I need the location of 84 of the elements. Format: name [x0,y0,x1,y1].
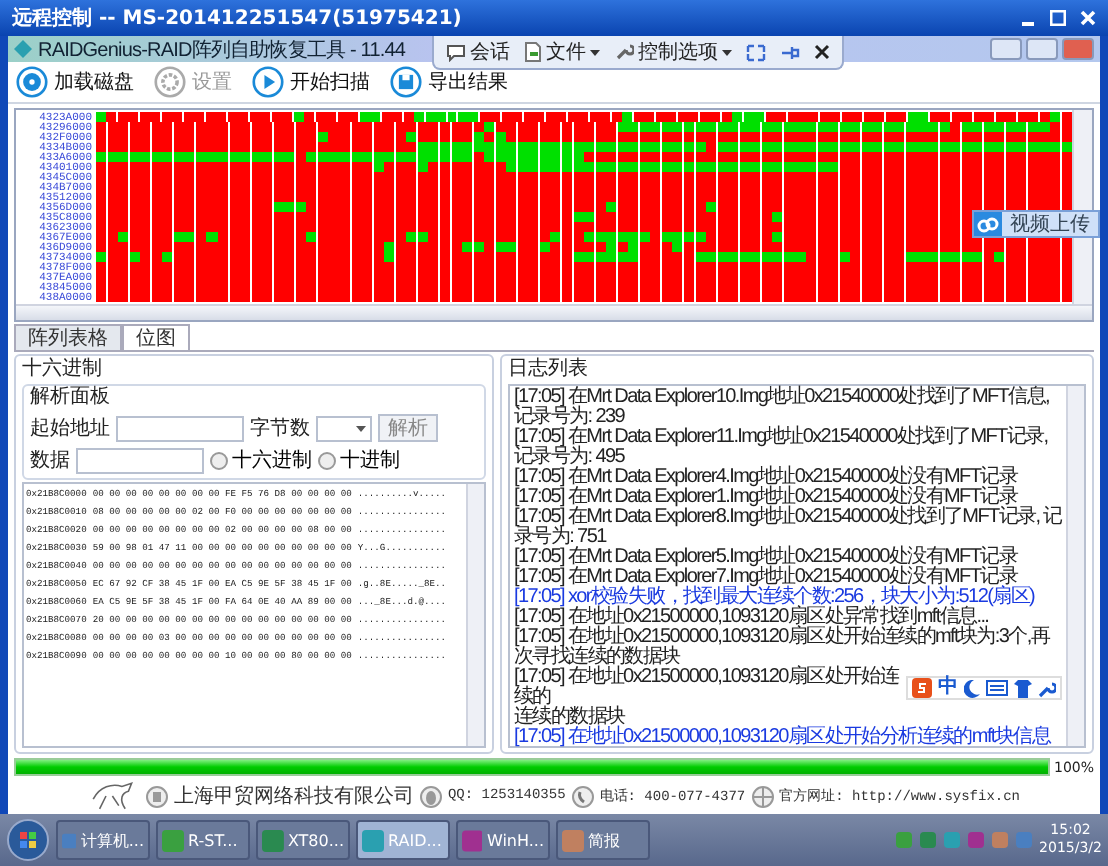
disk-icon [16,66,48,98]
penguin-icon [419,785,442,807]
maximize-button[interactable] [1026,38,1058,60]
radio-button[interactable] [318,451,336,469]
cloud-icon [974,212,1002,236]
log-entry: [17:05] 在Mrt Data Explorer5.Img地址0x21540000处没有MFT记录 [514,548,1020,568]
log-entry: [17:05] 在Mrt Data Explorer4.Img地址0x21540000处没有MFT记录 [514,468,1020,488]
toolbar-button[interactable]: 开始扫描 [252,66,370,98]
caret-icon [590,49,600,55]
taskbar-button[interactable]: R-ST... [156,820,250,860]
app-icon [62,829,77,851]
remote-menu-button[interactable]: 会话 [446,38,510,66]
vertical-scrollbar[interactable] [1066,386,1084,746]
tab[interactable]: 位图 [122,324,190,350]
taskbar-button[interactable]: WinH... [456,820,550,860]
chat-icon [446,43,466,61]
app-icon [562,829,584,851]
vertical-scrollbar[interactable] [466,484,484,746]
taskbar-button[interactable]: XT80... [256,820,350,860]
ime-logo-icon[interactable] [912,678,932,698]
parse-button[interactable]: 解析 [378,414,438,442]
company-name: 上海甲贸网络科技有限公司 [173,783,414,810]
radio-button[interactable] [210,451,228,469]
log-entry: [17:05] xor校验失败，找到最大连续个数:256，块大小为:512(扇区) [514,588,1037,608]
toolbar-button[interactable]: 加载磁盘 [16,66,134,98]
save-icon [390,66,422,98]
log-entry: 连续的数据块 [514,708,628,728]
app-icon [162,829,184,851]
log-entry: [17:05] 在Mrt Data Explorer11.Img地址0x21540000处找到了MFT记录, 记录号为: 495 [514,428,1050,468]
radio-label: 十六进制 [232,447,312,474]
window-title: 远程控制 -- MS-201412251547(51975421) [12,5,462,32]
taskbar-button[interactable]: 简报 [556,820,650,860]
building-icon [145,785,168,807]
play-icon [252,66,284,98]
taskbar-button[interactable]: 计算机... [56,820,150,860]
log-entry: [17:05] 在地址0x21500000,1093120扇区处开始连续的 [514,668,901,708]
minimize-button[interactable] [990,38,1022,60]
field-label: 字节数 [250,415,310,442]
shirt-icon[interactable] [1014,679,1032,697]
log-entry: [17:05] 在地址0x21500000,1093120扇区处异常找到mft信息... [514,608,989,628]
byte-count-dropdown[interactable] [316,415,372,441]
remote-menu-button[interactable]: 文件 [524,38,600,66]
field-label: 起始地址 [30,415,110,442]
maximize-icon[interactable] [1050,10,1066,26]
data-field[interactable] [76,447,204,473]
app-icon [262,829,284,851]
log-entry: [17:05] 在Mrt Data Explorer8.Img地址0x21540000处找到了MFT记录, 记录号为: 751 [514,508,1062,548]
log-entry: [17:05] 在Mrt Data Explorer10.Img地址0x21540000处找到了MFT信息, 记录号为: 239 [514,388,1051,428]
radio-label: 十进制 [340,447,400,474]
group-title: 十六进制 [22,358,104,382]
globe-icon [751,785,774,807]
ime-mode[interactable]: 中 [938,678,958,698]
log-entry: [17:05] 在地址0x21500000,1093120扇区处开始连续的mft块为:3个,再次寻找连续的数据块 [514,628,1053,668]
group-title: 解析面板 [30,386,112,410]
app-icon [462,829,483,851]
log-entry: [17:05] 在Mrt Data Explorer7.Img地址0x21540000处没有MFT记录 [514,568,1018,588]
remote-menu-button[interactable]: 控制选项 [614,38,732,66]
horizontal-scrollbar[interactable] [16,304,1092,320]
gear-icon [154,66,186,98]
upload-button[interactable]: 视频上传 [972,210,1100,238]
wrench-icon[interactable] [1038,679,1056,697]
caret-icon [356,425,366,431]
phone-icon [571,785,594,807]
moon-icon[interactable] [964,679,980,697]
tab[interactable]: 阵列表格 [14,324,122,350]
close-icon[interactable] [814,44,830,60]
fullscreen-icon[interactable] [746,43,766,61]
group-title: 日志列表 [508,358,590,382]
vertical-scrollbar[interactable] [1072,110,1092,304]
app-title: RAIDGenius-RAID阵列自助恢复工具 - 11.44 [38,37,406,63]
app-icon [362,829,384,851]
diamond-icon [14,40,32,58]
pin-icon[interactable] [780,43,800,61]
close-button[interactable] [1062,38,1094,60]
field-label: 数据 [30,448,70,474]
document-icon [524,42,542,62]
log-entry: [17:05] 在Mrt Data Explorer1.Img地址0x21540000处没有MFT记录 [514,488,1018,508]
start-orb-icon[interactable] [6,818,50,862]
start-address-field[interactable] [116,415,244,441]
caret-icon [722,49,732,55]
wrench-icon [614,42,634,62]
toolbar-button[interactable]: 导出结果 [390,66,508,98]
log-entry: [17:05] 在地址0x21500000,1093120扇区处开始分析连续的mft块信息 [514,728,1053,748]
keyboard-icon[interactable] [986,680,1008,696]
